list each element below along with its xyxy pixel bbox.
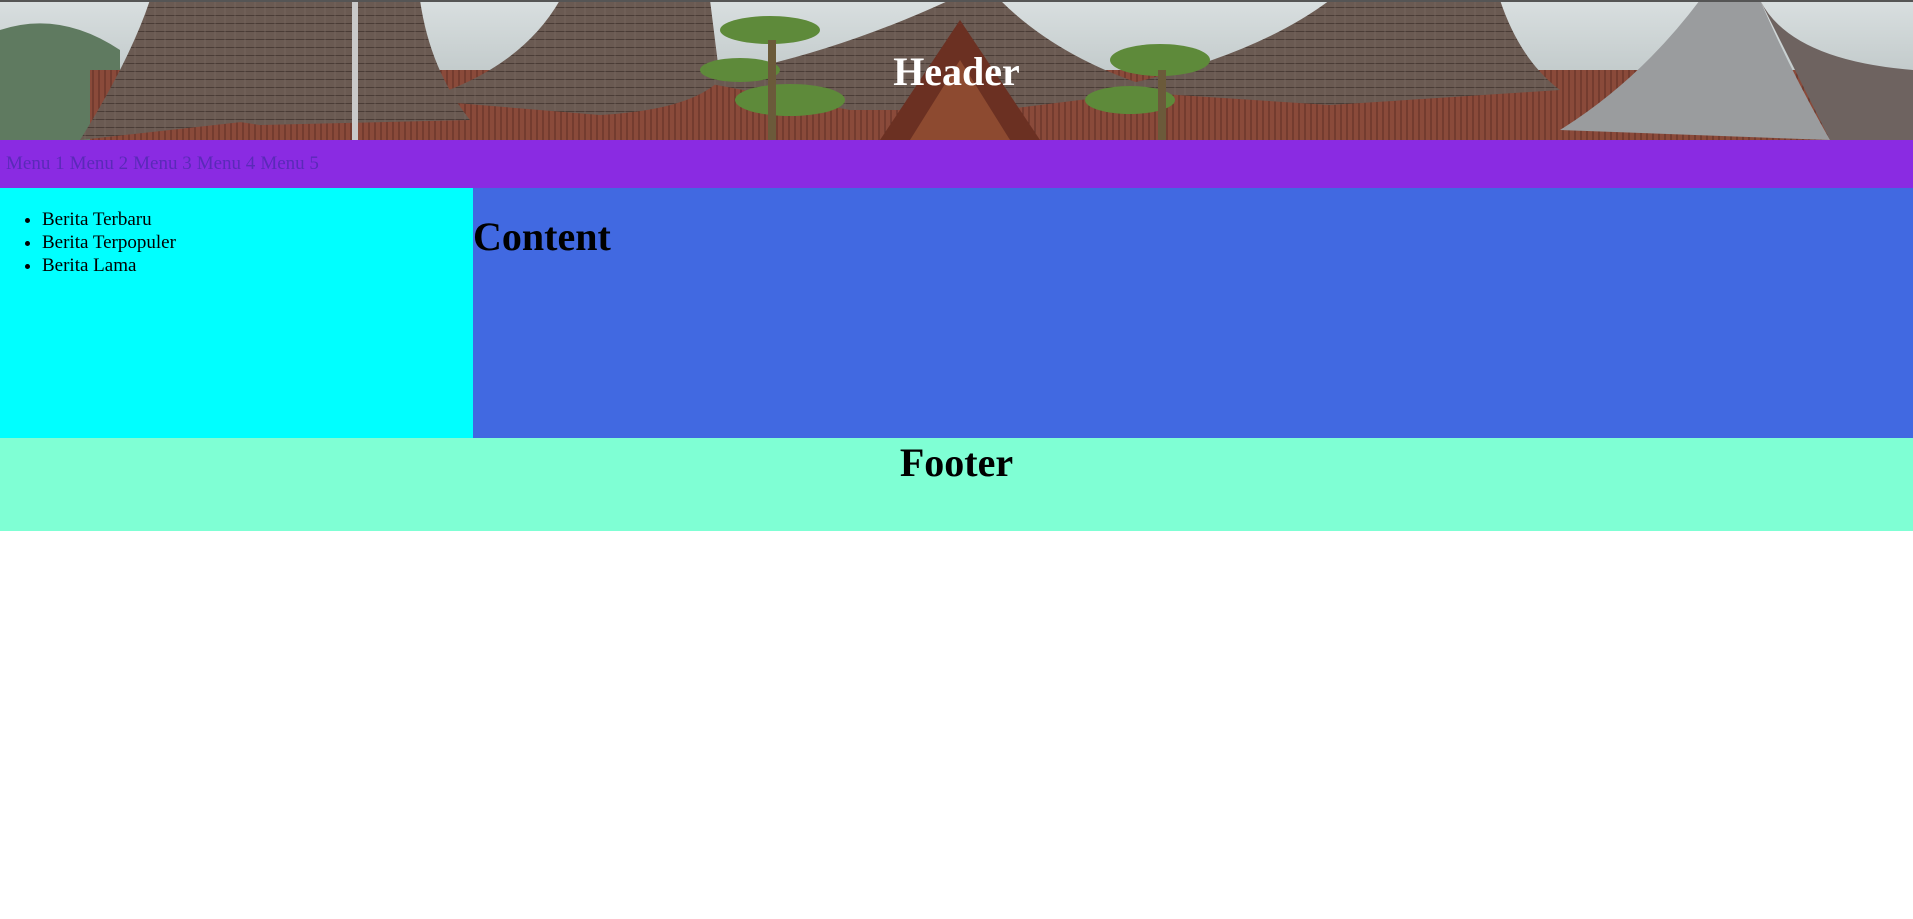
main-area: Berita Terbaru Berita Terpopuler Berita …	[0, 188, 1913, 438]
footer-title: Footer	[899, 440, 1014, 485]
menu-item-1[interactable]: Menu 1	[6, 153, 65, 175]
header-banner: Header	[0, 0, 1913, 140]
content-title: Content	[473, 214, 611, 259]
menu-bar: Menu 1 Menu 2 Menu 3 Menu 4 Menu 5	[0, 140, 1913, 188]
header-title: Header	[893, 49, 1020, 94]
content-panel: Content	[473, 188, 1913, 438]
footer: Footer	[0, 438, 1913, 531]
sidebar-list: Berita Terbaru Berita Terpopuler Berita …	[0, 208, 473, 277]
menu-item-4[interactable]: Menu 4	[197, 153, 256, 175]
menu-item-5[interactable]: Menu 5	[260, 153, 319, 175]
sidebar-item-berita-terpopuler[interactable]: Berita Terpopuler	[42, 231, 473, 254]
sidebar-item-berita-lama[interactable]: Berita Lama	[42, 254, 473, 277]
menu-item-3[interactable]: Menu 3	[133, 153, 192, 175]
sidebar: Berita Terbaru Berita Terpopuler Berita …	[0, 188, 473, 438]
sidebar-item-berita-terbaru[interactable]: Berita Terbaru	[42, 208, 473, 231]
menu-item-2[interactable]: Menu 2	[70, 153, 129, 175]
